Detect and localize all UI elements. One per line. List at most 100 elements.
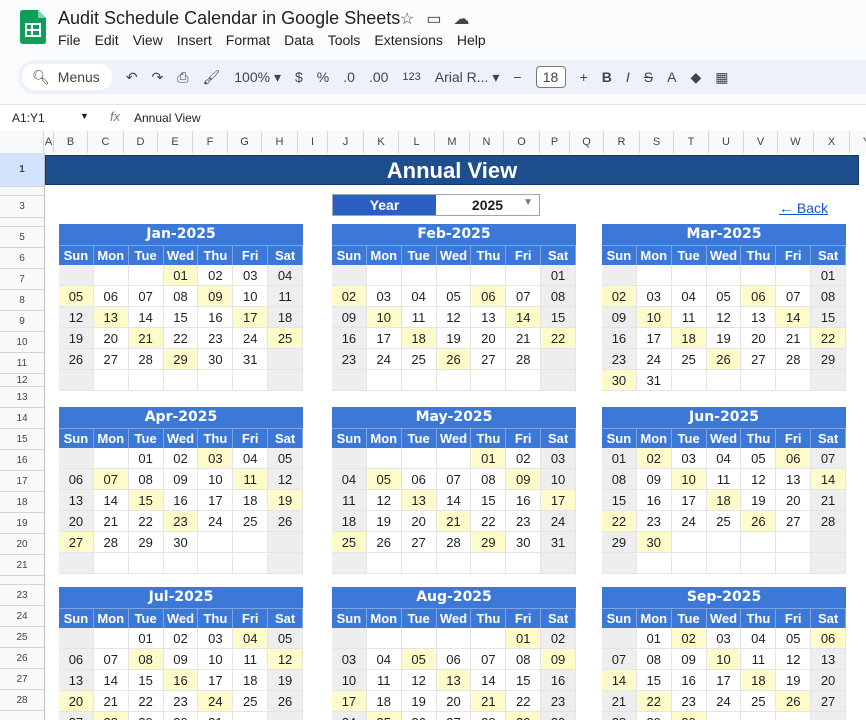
day-cell[interactable]: 24 xyxy=(706,691,742,712)
day-cell[interactable]: 07 xyxy=(506,286,542,307)
empty-day-cell[interactable] xyxy=(268,370,303,391)
move-folder-icon[interactable]: ▭ xyxy=(426,9,441,29)
day-cell[interactable]: 05 xyxy=(776,628,812,649)
day-cell[interactable]: 19 xyxy=(436,328,472,349)
day-cell[interactable]: 15 xyxy=(506,670,542,691)
day-cell[interactable]: 11 xyxy=(233,649,269,670)
day-cell[interactable]: 09 xyxy=(163,649,199,670)
percent-format-button[interactable]: % xyxy=(317,69,329,85)
day-cell[interactable]: 12 xyxy=(268,469,303,490)
row-header-24[interactable]: 24 xyxy=(0,606,44,627)
day-cell[interactable]: 10 xyxy=(233,286,269,307)
day-cell[interactable]: 09 xyxy=(332,307,367,328)
day-cell[interactable]: 02 xyxy=(636,448,672,469)
day-cell[interactable]: 29 xyxy=(471,532,507,553)
day-cell[interactable]: 08 xyxy=(541,286,576,307)
day-cell[interactable]: 16 xyxy=(332,328,367,349)
day-cell[interactable]: 04 xyxy=(741,628,777,649)
decrease-decimal-button[interactable]: .0 xyxy=(343,69,355,85)
day-cell[interactable]: 20 xyxy=(471,328,507,349)
day-cell[interactable]: 18 xyxy=(706,490,742,511)
day-cell[interactable]: 18 xyxy=(741,670,777,691)
star-icon[interactable]: ☆ xyxy=(400,9,414,29)
row-header-12[interactable]: 12 xyxy=(0,374,44,387)
empty-day-cell[interactable] xyxy=(436,265,472,286)
day-cell[interactable]: 07 xyxy=(93,649,129,670)
day-cell[interactable]: 21 xyxy=(128,328,164,349)
day-cell[interactable]: 18 xyxy=(268,307,303,328)
day-cell[interactable]: 09 xyxy=(541,649,576,670)
empty-day-cell[interactable] xyxy=(706,265,742,286)
empty-day-cell[interactable] xyxy=(268,349,303,370)
day-cell[interactable]: 19 xyxy=(268,670,303,691)
row-header-15[interactable]: 15 xyxy=(0,429,44,450)
day-cell[interactable]: 01 xyxy=(602,448,637,469)
day-cell[interactable]: 17 xyxy=(198,670,234,691)
empty-day-cell[interactable] xyxy=(541,553,576,574)
day-cell[interactable]: 05 xyxy=(706,286,742,307)
day-cell[interactable]: 09 xyxy=(506,469,542,490)
empty-day-cell[interactable] xyxy=(332,628,367,649)
day-cell[interactable]: 21 xyxy=(93,691,129,712)
day-cell[interactable]: 30 xyxy=(636,532,672,553)
day-cell[interactable]: 15 xyxy=(163,307,199,328)
day-cell[interactable]: 10 xyxy=(332,670,367,691)
day-cell[interactable]: 17 xyxy=(671,490,707,511)
empty-day-cell[interactable] xyxy=(233,532,269,553)
empty-day-cell[interactable] xyxy=(776,553,812,574)
day-cell[interactable]: 09 xyxy=(198,286,234,307)
day-cell[interactable]: 28 xyxy=(93,532,129,553)
day-cell[interactable]: 05 xyxy=(401,649,437,670)
day-cell[interactable]: 27 xyxy=(811,691,846,712)
empty-day-cell[interactable] xyxy=(671,370,707,391)
day-cell[interactable]: 13 xyxy=(776,469,812,490)
day-cell[interactable]: 14 xyxy=(602,670,637,691)
column-header-n[interactable]: N xyxy=(470,131,504,153)
day-cell[interactable]: 29 xyxy=(811,349,846,370)
day-cell[interactable]: 07 xyxy=(93,469,129,490)
day-cell[interactable]: 02 xyxy=(163,628,199,649)
day-cell[interactable]: 09 xyxy=(671,649,707,670)
day-cell[interactable]: 21 xyxy=(506,328,542,349)
empty-day-cell[interactable] xyxy=(436,370,472,391)
day-cell[interactable]: 24 xyxy=(198,691,234,712)
menu-insert[interactable]: Insert xyxy=(177,32,212,48)
day-cell[interactable]: 06 xyxy=(811,628,846,649)
empty-day-cell[interactable] xyxy=(332,265,367,286)
day-cell[interactable]: 21 xyxy=(811,490,846,511)
day-cell[interactable]: 18 xyxy=(332,511,367,532)
empty-day-cell[interactable] xyxy=(128,265,164,286)
sheet-grid[interactable]: Annual View Year 2025 ▼ ← Back Jan-2025 S… xyxy=(45,153,866,720)
day-cell[interactable]: 08 xyxy=(602,469,637,490)
day-cell[interactable]: 13 xyxy=(811,649,846,670)
day-cell[interactable]: 19 xyxy=(59,328,94,349)
day-cell[interactable]: 03 xyxy=(198,628,234,649)
day-cell[interactable]: 21 xyxy=(602,691,637,712)
day-cell[interactable]: 22 xyxy=(602,511,637,532)
day-cell[interactable]: 23 xyxy=(163,511,199,532)
empty-day-cell[interactable] xyxy=(776,370,812,391)
empty-day-cell[interactable] xyxy=(233,370,269,391)
day-cell[interactable]: 30 xyxy=(671,712,707,720)
row-header-13[interactable]: 13 xyxy=(0,387,44,408)
day-cell[interactable]: 24 xyxy=(636,349,672,370)
column-header-g[interactable]: G xyxy=(228,131,262,153)
month-title[interactable]: Jan-2025 xyxy=(59,224,303,245)
empty-day-cell[interactable] xyxy=(776,532,812,553)
row-header-18[interactable]: 18 xyxy=(0,492,44,513)
empty-day-cell[interactable] xyxy=(401,370,437,391)
empty-day-cell[interactable] xyxy=(436,553,472,574)
day-cell[interactable]: 02 xyxy=(332,286,367,307)
empty-day-cell[interactable] xyxy=(59,370,94,391)
day-cell[interactable]: 26 xyxy=(366,532,402,553)
column-header-d[interactable]: D xyxy=(124,131,158,153)
empty-day-cell[interactable] xyxy=(93,628,129,649)
day-cell[interactable]: 25 xyxy=(366,712,402,720)
day-cell[interactable]: 22 xyxy=(163,328,199,349)
column-header-w[interactable]: W xyxy=(778,131,814,153)
column-header-l[interactable]: L xyxy=(399,131,435,153)
day-cell[interactable]: 19 xyxy=(776,670,812,691)
empty-day-cell[interactable] xyxy=(506,370,542,391)
day-cell[interactable]: 29 xyxy=(602,532,637,553)
day-cell[interactable]: 03 xyxy=(233,265,269,286)
